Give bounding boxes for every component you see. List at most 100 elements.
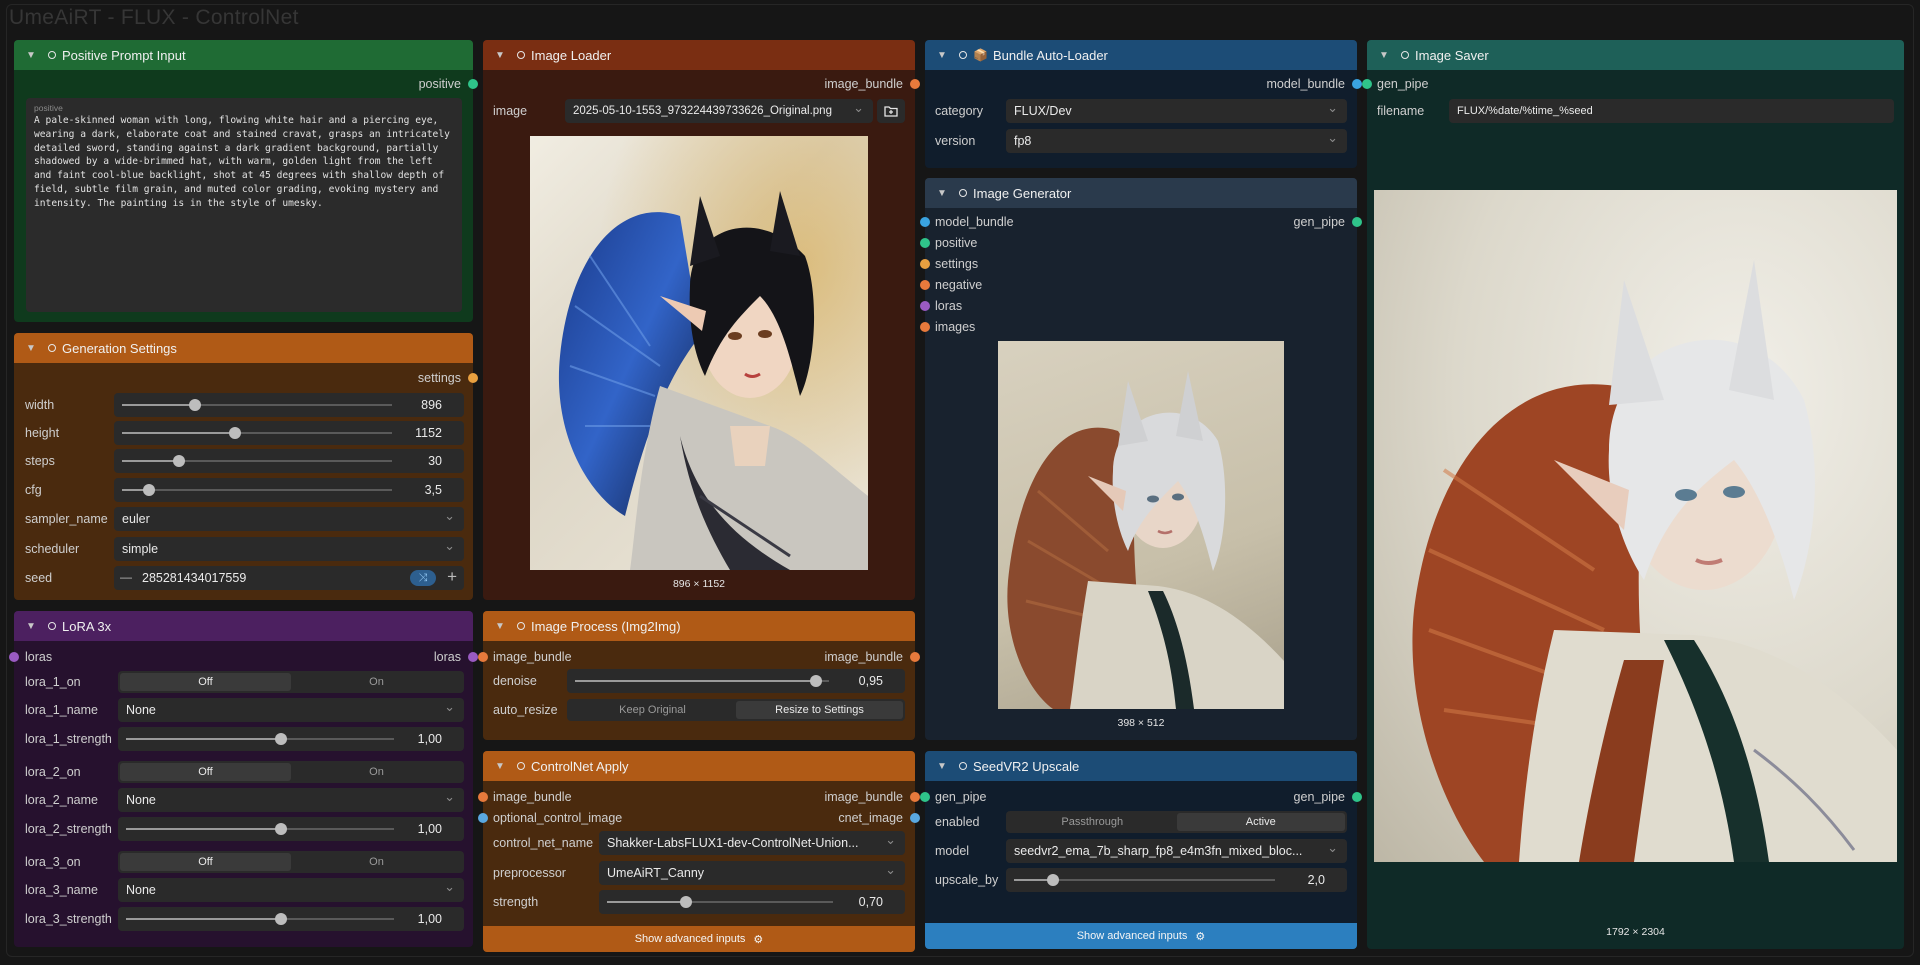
bundle-auto-loader-node[interactable]: ▼ 📦 Bundle Auto-Loader model_bundle cate… bbox=[925, 40, 1362, 168]
steps-slider[interactable]: 30 bbox=[114, 449, 464, 473]
output-pin-gen-pipe[interactable] bbox=[1352, 792, 1362, 802]
input-pin-negative[interactable] bbox=[920, 280, 930, 290]
show-advanced-inputs-button[interactable]: Show advanced inputs ⚙ bbox=[483, 926, 915, 952]
image-process-node[interactable]: ▼ Image Process (Img2Img) image_bundle i… bbox=[478, 611, 920, 740]
chevron-down-icon[interactable]: ▼ bbox=[493, 48, 507, 62]
output-pin-loras[interactable] bbox=[468, 652, 478, 662]
lora-3-name-dropdown[interactable]: None bbox=[118, 878, 464, 902]
model-dropdown[interactable]: seedvr2_ema_7b_sharp_fp8_e4m3fn_mixed_bl… bbox=[1006, 839, 1347, 863]
slider-knob[interactable] bbox=[188, 399, 201, 411]
chevron-down-icon[interactable]: ▼ bbox=[935, 759, 949, 773]
lora-3-toggle[interactable]: Off On bbox=[118, 851, 464, 873]
chevron-down-icon[interactable]: ▼ bbox=[24, 48, 38, 62]
lora-2-name-dropdown[interactable]: None bbox=[118, 788, 464, 812]
denoise-slider[interactable]: 0,95 bbox=[567, 669, 905, 693]
input-pin-image-bundle[interactable] bbox=[478, 792, 488, 802]
node-header[interactable]: ▼ 📦 Bundle Auto-Loader bbox=[925, 40, 1357, 70]
node-header[interactable]: ▼ ControlNet Apply bbox=[483, 751, 915, 781]
chevron-down-icon[interactable]: ▼ bbox=[493, 619, 507, 633]
slider-knob[interactable] bbox=[275, 823, 288, 835]
generation-settings-node[interactable]: ▼ Generation Settings settings width 896… bbox=[14, 333, 478, 600]
strength-slider[interactable]: 0,70 bbox=[599, 890, 905, 914]
toggle-off[interactable]: Off bbox=[120, 853, 291, 871]
resize-to-settings-option[interactable]: Resize to Settings bbox=[736, 701, 903, 719]
output-pin-gen-pipe[interactable] bbox=[1352, 217, 1362, 227]
toggle-off[interactable]: Off bbox=[120, 673, 291, 691]
input-pin-optional-control-image[interactable] bbox=[478, 813, 488, 823]
input-pin-image-bundle[interactable] bbox=[478, 652, 488, 662]
controlnet-node[interactable]: ▼ ControlNet Apply image_bundle image_bu… bbox=[478, 751, 920, 952]
input-pin-settings[interactable] bbox=[920, 259, 930, 269]
lora-2-strength-slider[interactable]: 1,00 bbox=[118, 817, 464, 841]
category-dropdown[interactable]: FLUX/Dev bbox=[1006, 99, 1347, 123]
node-header[interactable]: ▼ Generation Settings bbox=[14, 333, 473, 363]
toggle-on[interactable]: On bbox=[291, 673, 462, 691]
width-slider[interactable]: 896 bbox=[114, 393, 464, 417]
node-header[interactable]: ▼ Image Process (Img2Img) bbox=[483, 611, 915, 641]
version-dropdown[interactable]: fp8 bbox=[1006, 129, 1347, 153]
input-pin-positive[interactable] bbox=[920, 238, 930, 248]
output-pin-image-bundle[interactable] bbox=[910, 792, 920, 802]
keep-original-option[interactable]: Keep Original bbox=[569, 701, 736, 719]
scheduler-dropdown[interactable]: simple bbox=[114, 537, 464, 561]
shuffle-icon[interactable]: ⤨ bbox=[410, 570, 436, 586]
seed-value[interactable]: 285281434017559 bbox=[142, 571, 246, 585]
preprocessor-dropdown[interactable]: UmeAiRT_Canny bbox=[599, 861, 905, 885]
slider-knob[interactable] bbox=[1047, 874, 1060, 886]
output-pin-image-bundle[interactable] bbox=[910, 79, 920, 89]
slider-knob[interactable] bbox=[172, 455, 185, 467]
image-generator-node[interactable]: ▼ Image Generator model_bundle gen_pipe … bbox=[920, 178, 1362, 740]
folder-icon[interactable] bbox=[877, 99, 905, 123]
slider-knob[interactable] bbox=[143, 484, 155, 496]
node-header[interactable]: ▼ Image Saver bbox=[1367, 40, 1904, 70]
output-pin-model-bundle[interactable] bbox=[1352, 79, 1362, 89]
image-saver-node[interactable]: ▼ Image Saver gen_pipe filename FLUX/%da… bbox=[1362, 40, 1904, 949]
node-header[interactable]: ▼ Image Loader bbox=[483, 40, 915, 70]
chevron-down-icon[interactable]: ▼ bbox=[1377, 48, 1391, 62]
filename-input[interactable]: FLUX/%date/%time_%seed bbox=[1449, 99, 1894, 123]
seed-increment-button[interactable]: + bbox=[447, 567, 457, 587]
chevron-down-icon[interactable]: ▼ bbox=[493, 759, 507, 773]
input-pin-model-bundle[interactable] bbox=[920, 217, 930, 227]
toggle-off[interactable]: Off bbox=[120, 763, 291, 781]
upscale-by-slider[interactable]: 2,0 bbox=[1006, 868, 1347, 892]
image-loader-node[interactable]: ▼ Image Loader image_bundle image 2025-0… bbox=[483, 40, 920, 600]
image-file-dropdown[interactable]: 2025-05-10-1553_973224439733626_Original… bbox=[565, 99, 873, 123]
output-pin-settings[interactable] bbox=[468, 373, 478, 383]
input-pin-gen-pipe[interactable] bbox=[1362, 79, 1372, 89]
chevron-down-icon[interactable]: ▼ bbox=[24, 619, 38, 633]
passthrough-option[interactable]: Passthrough bbox=[1008, 813, 1177, 831]
control-net-name-dropdown[interactable]: Shakker-LabsFLUX1-dev-ControlNet-Union..… bbox=[599, 831, 905, 855]
toggle-on[interactable]: On bbox=[291, 763, 462, 781]
output-pin-positive[interactable] bbox=[468, 79, 478, 89]
height-slider[interactable]: 1152 bbox=[114, 421, 464, 445]
chevron-down-icon[interactable]: ▼ bbox=[24, 341, 38, 355]
slider-knob[interactable] bbox=[680, 896, 693, 908]
output-pin-cnet-image[interactable] bbox=[910, 813, 920, 823]
lora-1-toggle[interactable]: Off On bbox=[118, 671, 464, 693]
slider-knob[interactable] bbox=[810, 675, 823, 687]
lora-1-name-dropdown[interactable]: None bbox=[118, 698, 464, 722]
enabled-toggle[interactable]: Passthrough Active bbox=[1006, 811, 1347, 833]
seedvr2-upscale-node[interactable]: ▼ SeedVR2 Upscale gen_pipe gen_pipe enab… bbox=[920, 751, 1362, 949]
node-header[interactable]: ▼ Image Generator bbox=[925, 178, 1357, 208]
positive-textarea[interactable]: positive A pale-skinned woman with long,… bbox=[26, 98, 462, 312]
show-advanced-inputs-button[interactable]: Show advanced inputs ⚙ bbox=[925, 923, 1357, 949]
sampler-dropdown[interactable]: euler bbox=[114, 507, 464, 531]
output-pin-image-bundle[interactable] bbox=[910, 652, 920, 662]
lora-3-strength-slider[interactable]: 1,00 bbox=[118, 907, 464, 931]
chevron-down-icon[interactable]: ▼ bbox=[935, 186, 949, 200]
lora-1-strength-slider[interactable]: 1,00 bbox=[118, 727, 464, 751]
input-pin-loras[interactable] bbox=[9, 652, 19, 662]
lora-2-toggle[interactable]: Off On bbox=[118, 761, 464, 783]
positive-prompt-node[interactable]: ▼ Positive Prompt Input positive positiv… bbox=[14, 40, 478, 322]
toggle-on[interactable]: On bbox=[291, 853, 462, 871]
input-pin-gen-pipe[interactable] bbox=[920, 792, 930, 802]
slider-knob[interactable] bbox=[275, 733, 288, 745]
node-header[interactable]: ▼ Positive Prompt Input bbox=[14, 40, 473, 70]
node-header[interactable]: ▼ LoRA 3x bbox=[14, 611, 473, 641]
chevron-down-icon[interactable]: ▼ bbox=[935, 48, 949, 62]
auto-resize-toggle[interactable]: Keep Original Resize to Settings bbox=[567, 699, 905, 721]
input-pin-images[interactable] bbox=[920, 322, 930, 332]
seed-decrement-button[interactable]: — bbox=[120, 570, 132, 584]
